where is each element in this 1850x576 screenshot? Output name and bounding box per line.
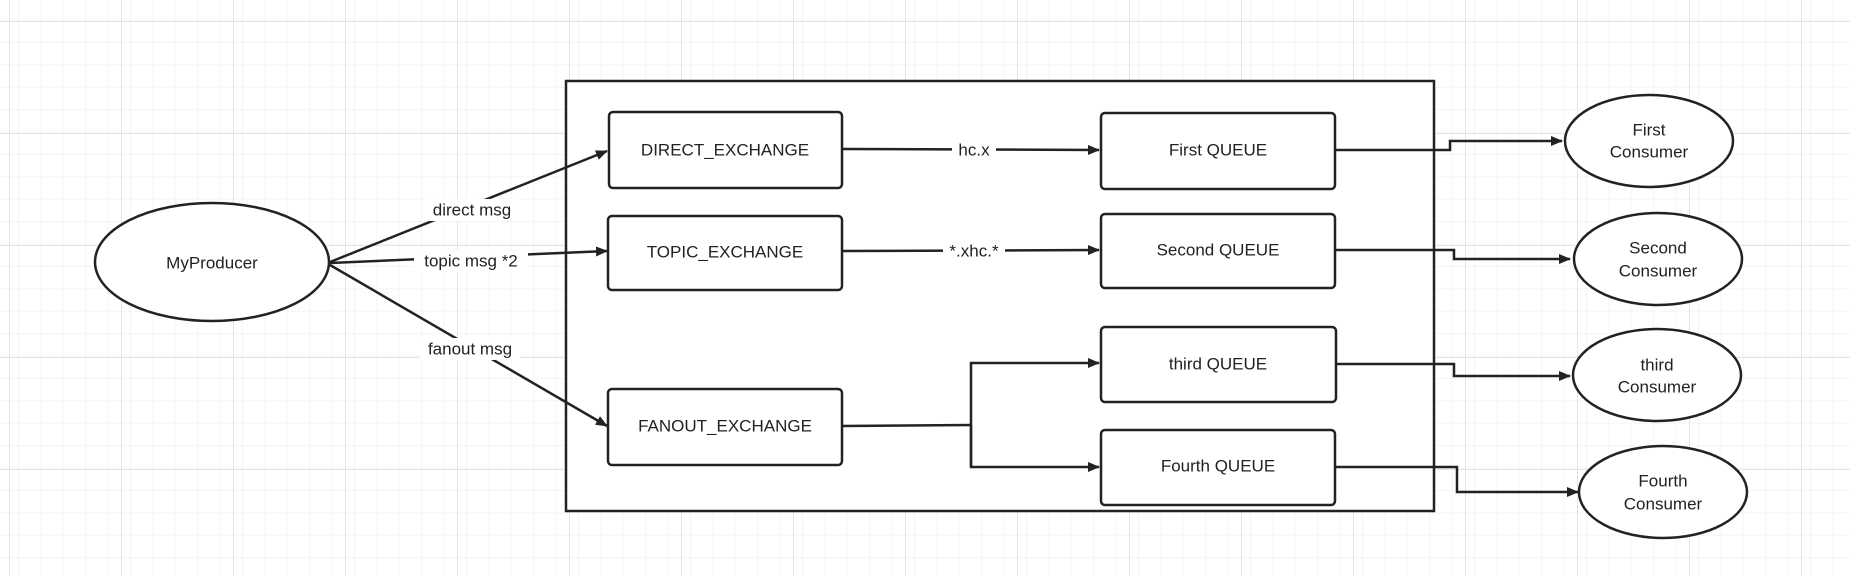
diagram-canvas: MyProducer direct msg topic msg *2 fanou… [0, 0, 1850, 576]
consumer-first-label-1: First [1632, 120, 1665, 139]
consumer-second-label-1: Second [1629, 238, 1687, 257]
queue-third-label: third QUEUE [1169, 354, 1267, 373]
consumer-fourth-label-2: Consumer [1624, 494, 1703, 513]
consumer-third-label-2: Consumer [1618, 377, 1697, 396]
edge-label-topic: topic msg *2 [424, 251, 518, 270]
edge-fanout-trunk [842, 423, 972, 428]
consumer-first[interactable] [1563, 93, 1735, 189]
consumer-third[interactable] [1571, 327, 1743, 423]
consumer-first-label-2: Consumer [1610, 142, 1689, 161]
consumer-fourth-label-1: Fourth [1638, 471, 1687, 490]
exchange-topic-label: TOPIC_EXCHANGE [647, 242, 804, 261]
queue-fourth-label: Fourth QUEUE [1161, 456, 1275, 475]
exchange-fanout-label: FANOUT_EXCHANGE [638, 416, 812, 435]
consumer-second[interactable] [1572, 211, 1744, 307]
edge-label-fanout: fanout msg [428, 339, 512, 358]
binding-label-hc-x: hc.x [958, 140, 990, 159]
consumer-third-label-1: third [1640, 355, 1673, 374]
queue-first-label: First QUEUE [1169, 140, 1267, 159]
exchange-direct-label: DIRECT_EXCHANGE [641, 140, 809, 159]
binding-label-xhc: *.xhc.* [949, 241, 999, 260]
producer-label: MyProducer [166, 253, 258, 272]
edge-label-direct: direct msg [433, 200, 511, 219]
consumer-second-label-2: Consumer [1619, 261, 1698, 280]
queue-second-label: Second QUEUE [1157, 240, 1280, 259]
consumer-fourth[interactable] [1577, 444, 1749, 540]
